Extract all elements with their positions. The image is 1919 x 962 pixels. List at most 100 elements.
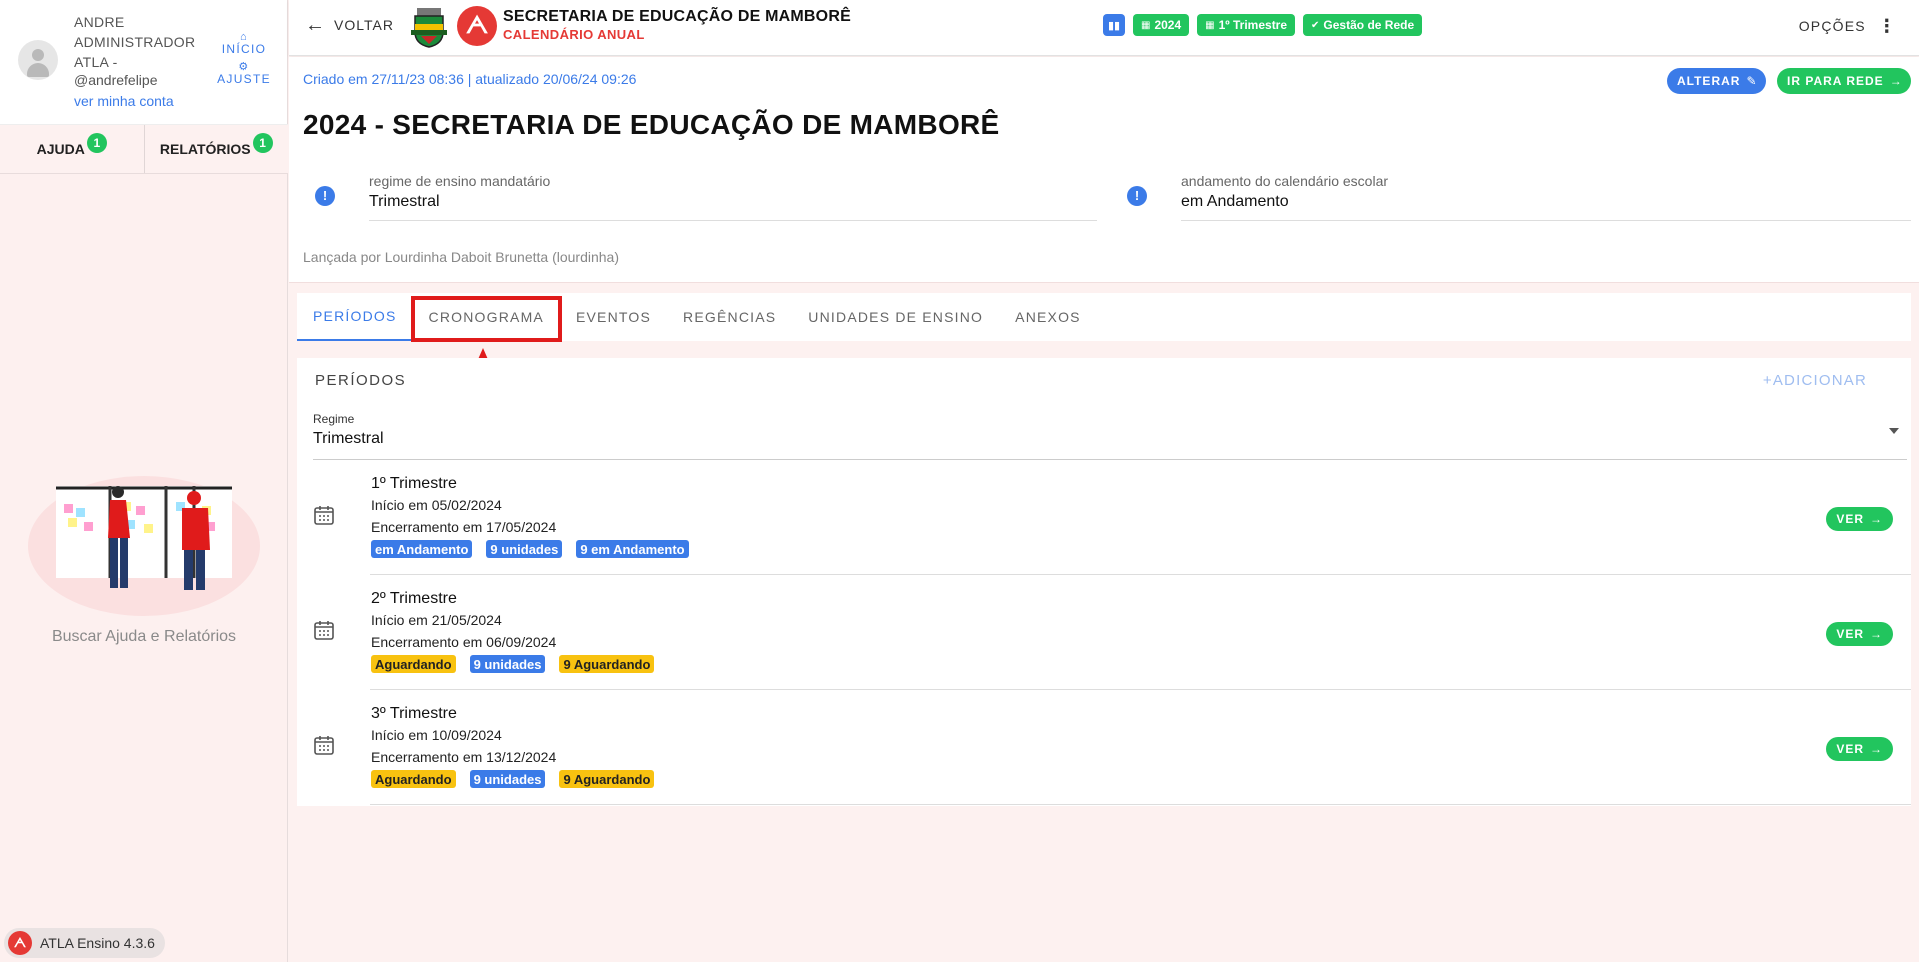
tab-teaching-units[interactable]: UNIDADES DE ENSINO bbox=[792, 293, 999, 341]
created-info: Criado em 27/11/23 08:36 | atualizado 20… bbox=[303, 71, 637, 87]
status-badge: Aguardando bbox=[371, 770, 456, 788]
settings-link[interactable]: ⚙ AJUSTE bbox=[214, 61, 274, 87]
view-period-button[interactable]: VER → bbox=[1826, 622, 1893, 646]
side-nav: ⌂ INÍCIO ⚙ AJUSTE bbox=[214, 32, 274, 92]
calendar-icon bbox=[314, 621, 334, 640]
add-period-label: ADICIONAR bbox=[1772, 372, 1867, 389]
back-button[interactable]: ← VOLTAR bbox=[305, 14, 394, 36]
calendar-icon: ▦ bbox=[1205, 19, 1215, 31]
atla-logo-icon: ᗅ bbox=[8, 931, 32, 955]
regime-field[interactable]: regime de ensino mandatário Trimestral bbox=[369, 169, 1097, 221]
reports-tab[interactable]: RELATÓRIOS 1 bbox=[145, 125, 289, 173]
options-menu[interactable]: OPÇÕES ⋮ bbox=[1798, 16, 1897, 36]
gear-icon: ⚙ bbox=[238, 61, 250, 73]
reports-tab-label: RELATÓRIOS bbox=[159, 141, 251, 157]
view-label: VER bbox=[1836, 742, 1864, 756]
my-account-link[interactable]: ver minha conta bbox=[74, 93, 174, 109]
home-link[interactable]: ⌂ INÍCIO bbox=[214, 31, 274, 57]
atla-logo: ᗅ bbox=[457, 6, 497, 46]
add-period-button[interactable]: +ADICIONAR bbox=[1763, 372, 1867, 389]
tab-attachments[interactable]: ANEXOS bbox=[999, 293, 1097, 341]
view-period-button[interactable]: VER → bbox=[1826, 737, 1893, 761]
top-bar: ← VOLTAR ᗅ SECRETARIA DE EDUCAÇÃO DE MAM… bbox=[289, 0, 1919, 56]
units-status-badge: 9 em Andamento bbox=[576, 540, 689, 558]
period-start: Início em 21/05/2024 bbox=[371, 612, 502, 628]
units-status-badge: 9 Aguardando bbox=[559, 655, 655, 673]
period-description: 1º Trimestre Início em 05/02/2024 Encerr… bbox=[371, 474, 689, 558]
units-badge: 9 unidades bbox=[469, 655, 546, 673]
page-title: 2024 - SECRETARIA DE EDUCAÇÃO DE MAMBORÊ bbox=[303, 109, 1000, 140]
period-row: 1º Trimestre Início em 05/02/2024 Encerr… bbox=[297, 460, 1911, 575]
help-tab[interactable]: AJUDA 1 bbox=[0, 125, 145, 173]
help-tab-label: AJUDA bbox=[36, 141, 85, 157]
periods-heading: PERÍODOS bbox=[315, 372, 407, 389]
avatar[interactable] bbox=[18, 40, 58, 80]
status-badge: Aguardando bbox=[371, 655, 456, 673]
management-chip[interactable]: ✔ Gestão de Rede bbox=[1303, 14, 1423, 36]
view-label: VER bbox=[1836, 627, 1864, 641]
arrow-right-icon: → bbox=[1870, 742, 1883, 756]
period-name: 3º Trimestre bbox=[371, 705, 457, 722]
tab-periods[interactable]: PERÍODOS bbox=[297, 293, 413, 341]
period-end: Encerramento em 17/05/2024 bbox=[371, 519, 557, 535]
status-field-value: em Andamento bbox=[1181, 193, 1289, 210]
year-chip-label: 2024 bbox=[1154, 18, 1182, 32]
view-label: VER bbox=[1836, 512, 1864, 526]
regime-field-label: regime de ensino mandatário bbox=[369, 173, 551, 189]
calendar-header: Criado em 27/11/23 08:36 | atualizado 20… bbox=[289, 57, 1919, 283]
go-to-network-label: IR PARA REDE bbox=[1787, 74, 1884, 88]
regime-select-value: Trimestral bbox=[313, 430, 384, 447]
status-badge: em Andamento bbox=[371, 540, 473, 558]
period-end: Encerramento em 13/12/2024 bbox=[371, 749, 557, 765]
help-tabs: AJUDA 1 RELATÓRIOS 1 bbox=[0, 124, 288, 174]
options-label: OPÇÕES bbox=[1798, 18, 1866, 34]
arrow-right-icon: → bbox=[1870, 627, 1883, 641]
user-block: ANDRE ADMINISTRADOR ATLA - @andrefelipe … bbox=[0, 0, 287, 124]
info-icon: ! bbox=[1127, 186, 1147, 206]
home-icon: ⌂ bbox=[240, 31, 248, 43]
view-period-button[interactable]: VER → bbox=[1826, 507, 1893, 531]
back-label: VOLTAR bbox=[334, 17, 394, 33]
period-chip[interactable]: ▦ 1º Trimestre bbox=[1197, 14, 1296, 36]
help-count-badge: 1 bbox=[86, 133, 107, 153]
year-chip[interactable]: ▦ 2024 bbox=[1133, 14, 1190, 36]
tab-regencies[interactable]: REGÊNCIAS bbox=[667, 293, 792, 341]
user-handle: @andrefelipe bbox=[74, 72, 158, 88]
edit-icon: ✎ bbox=[1746, 74, 1758, 88]
regime-field-value: Trimestral bbox=[369, 193, 440, 210]
units-badge: 9 unidades bbox=[486, 540, 563, 558]
period-name: 2º Trimestre bbox=[371, 590, 457, 607]
annotation-highlight-box bbox=[411, 296, 562, 342]
periods-panel: PERÍODOS +ADICIONAR Regime Trimestral 1º… bbox=[297, 358, 1911, 806]
edit-button-label: ALTERAR bbox=[1677, 74, 1741, 88]
period-row: 3º Trimestre Início em 10/09/2024 Encerr… bbox=[297, 690, 1911, 805]
status-field[interactable]: andamento do calendário escolar em Andam… bbox=[1181, 169, 1911, 221]
chart-icon[interactable]: ▮▮ bbox=[1103, 14, 1125, 36]
help-illustration bbox=[28, 476, 260, 616]
units-status-badge: 9 Aguardando bbox=[559, 770, 655, 788]
tab-events[interactable]: EVENTOS bbox=[560, 293, 667, 341]
arrow-left-icon: ← bbox=[305, 14, 326, 36]
help-search-text[interactable]: Buscar Ajuda e Relatórios bbox=[0, 628, 288, 646]
settings-label: AJUSTE bbox=[217, 72, 271, 86]
edit-button[interactable]: ALTERAR ✎ bbox=[1667, 68, 1766, 94]
version-label: ATLA Ensino 4.3.6 bbox=[40, 935, 155, 951]
home-label: INÍCIO bbox=[221, 42, 267, 56]
plus-icon: + bbox=[1762, 372, 1773, 389]
regime-select-label: Regime bbox=[313, 412, 355, 426]
check-circle-icon: ✔ bbox=[1311, 19, 1320, 31]
calendar-icon bbox=[314, 736, 334, 755]
version-badge: ᗅ ATLA Ensino 4.3.6 bbox=[4, 928, 165, 958]
brand-subtitle: CALENDÁRIO ANUAL bbox=[503, 27, 645, 42]
management-chip-label: Gestão de Rede bbox=[1323, 18, 1415, 32]
period-start: Início em 10/09/2024 bbox=[371, 727, 502, 743]
go-to-network-button[interactable]: IR PARA REDE → bbox=[1777, 68, 1911, 94]
units-badge: 9 unidades bbox=[469, 770, 546, 788]
chevron-down-icon bbox=[1889, 428, 1899, 434]
more-vertical-icon: ⋮ bbox=[1877, 16, 1897, 36]
regime-select[interactable]: Regime Trimestral bbox=[313, 412, 1907, 460]
launched-by: Lançada por Lourdinha Daboit Brunetta (l… bbox=[303, 249, 619, 265]
calendar-icon: ▦ bbox=[1141, 19, 1151, 31]
period-description: 3º Trimestre Início em 10/09/2024 Encerr… bbox=[371, 704, 655, 788]
calendar-icon bbox=[314, 506, 334, 525]
